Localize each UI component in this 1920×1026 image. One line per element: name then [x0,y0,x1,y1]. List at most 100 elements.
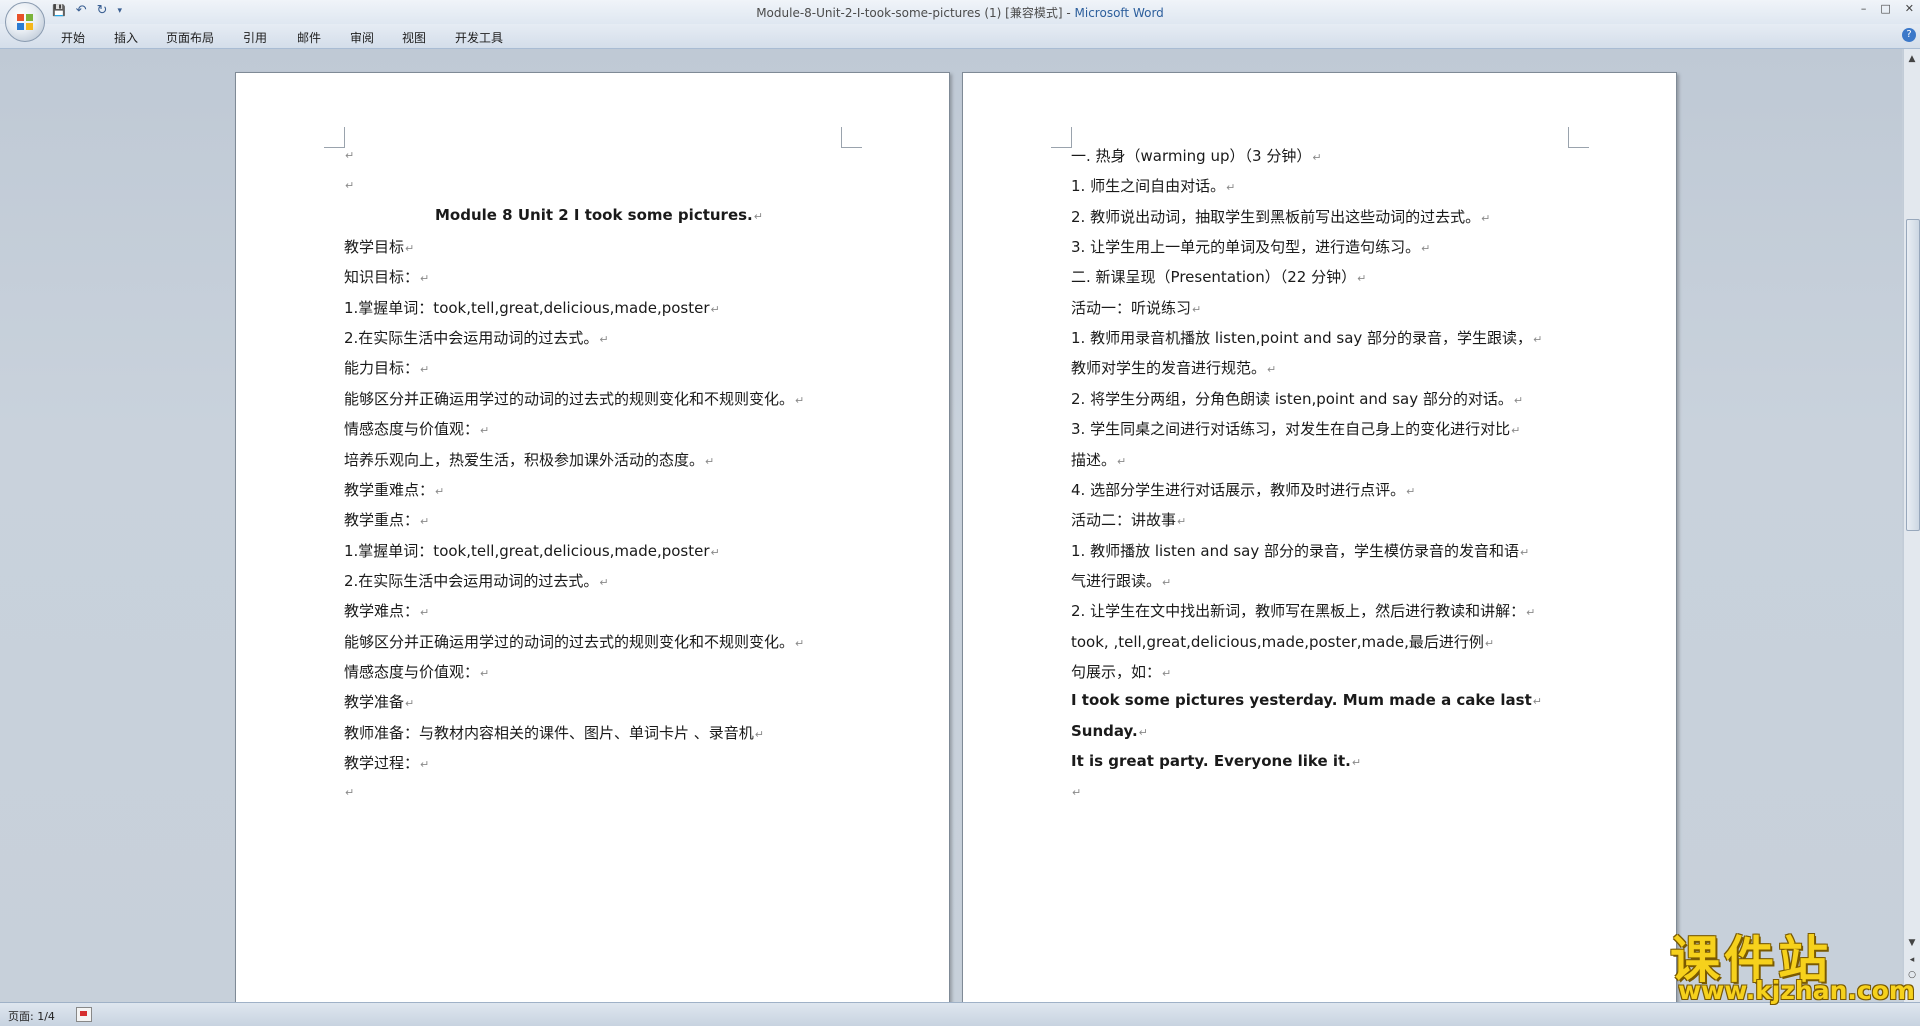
paragraph-line[interactable]: 教学目标↵ [344,236,414,257]
document-page-2[interactable]: 一. 热身（warming up）（3 分钟）↵ 1. 师生之间自由对话。↵ 2. … [962,72,1677,1002]
paragraph-line[interactable]: 一. 热身（warming up）（3 分钟）↵ [1071,145,1322,166]
paragraph-line[interactable]: 句展示，如：↵ [1071,661,1171,682]
tab-developer[interactable]: 开发工具 [455,29,503,46]
paragraph-line[interactable]: I took some pictures yesterday. Mum made… [1071,691,1542,709]
paragraph-mark-icon: ↵ [1357,272,1367,286]
paragraph-line[interactable]: 教学准备↵ [344,691,414,712]
crop-mark [1568,127,1589,148]
paragraph-line[interactable]: 情感态度与价值观：↵ [344,661,489,682]
paragraph-line[interactable]: 气进行跟读。↵ [1071,570,1171,591]
tab-page-layout[interactable]: 页面布局 [166,29,214,46]
paragraph-mark-icon: ↵ [1484,636,1495,650]
paragraph-line[interactable]: It is great party. Everyone like it.↵ [1071,752,1361,770]
paragraph-line[interactable]: 教学重点：↵ [344,509,429,530]
paragraph-line[interactable]: took, ,tell,great,delicious,made,poster,… [1071,631,1494,652]
paragraph-line[interactable]: Sunday.↵ [1071,722,1148,740]
paragraph-line[interactable]: 知识目标：↵ [344,266,429,287]
paragraph-line[interactable]: 2.在实际生活中会运用动词的过去式。↵ [344,570,609,591]
tab-insert[interactable]: 插入 [114,29,138,46]
paragraph-text: 能够区分并正确运用学过的动词的过去式的规则变化和不规则变化。 [344,389,795,408]
paragraph-line[interactable]: 2.在实际生活中会运用动词的过去式。↵ [344,327,609,348]
paragraph-mark-icon: ↵ [1481,211,1491,225]
paragraph-text: 教师准备：与教材内容相关的课件、图片、单词卡片 、录音机 [344,723,754,742]
paragraph-line[interactable]: 教学过程：↵ [344,752,429,773]
paragraph-mark-icon: ↵ [420,515,430,529]
paragraph-line[interactable]: 1. 教师播放 listen and say 部分的录音，学生模仿录音的发音和语… [1071,540,1529,561]
tab-references[interactable]: 引用 [243,29,267,46]
watermark-url: www.kjzhan.com [1678,976,1915,1005]
proofing-icon[interactable] [76,1007,92,1022]
paragraph-line[interactable]: 1. 教师用录音机播放 listen,point and say 部分的录音，学… [1071,327,1542,348]
paragraph-mark-icon: ↵ [1138,725,1148,739]
paragraph-mark-icon: ↵ [1520,545,1530,559]
minimize-button[interactable]: – [1861,2,1867,15]
paragraph-line[interactable]: 活动二：讲故事↵ [1071,509,1186,530]
paragraph-line[interactable]: Module 8 Unit 2 I took some pictures.↵ [344,206,854,224]
paragraph-mark-icon: ↵ [1511,424,1521,438]
tab-review[interactable]: 审阅 [350,29,374,46]
document-workspace[interactable]: ↵ ↵ Module 8 Unit 2 I took some pictures.↵… [0,49,1902,1002]
paragraph-line[interactable]: 教学重难点：↵ [344,479,444,500]
paragraph-line[interactable]: 能够区分并正确运用学过的动词的过去式的规则变化和不规则变化。↵ [344,388,804,409]
paragraph-line[interactable]: 2. 将学生分两组，分角色朗读 isten,point and say 部分的对… [1071,388,1523,409]
maximize-button[interactable]: □ [1880,2,1890,15]
paragraph-line[interactable]: 1.掌握单词：took,tell,great,delicious,made,po… [344,540,720,561]
tab-mailings[interactable]: 邮件 [297,29,321,46]
paragraph-line[interactable]: 能力目标：↵ [344,357,429,378]
scroll-up-button[interactable]: ▲ [1906,53,1918,65]
paragraph-line[interactable]: ↵ [1071,782,1081,800]
paragraph-line[interactable]: 能够区分并正确运用学过的动词的过去式的规则变化和不规则变化。↵ [344,631,804,652]
paragraph-mark-icon: ↵ [420,363,430,377]
paragraph-mark-icon: ↵ [753,209,763,223]
window-controls: – □ ✕ [1861,2,1914,15]
paragraph-line[interactable]: 2. 教师说出动词，抽取学生到黑板前写出这些动词的过去式。↵ [1071,206,1490,227]
paragraph-line[interactable]: 教师准备：与教材内容相关的课件、图片、单词卡片 、录音机↵ [344,722,764,743]
paragraph-line[interactable]: 情感态度与价值观：↵ [344,418,489,439]
scroll-thumb[interactable] [1906,219,1920,531]
paragraph-text: 2. 让学生在文中找出新词，教师写在黑板上，然后进行教读和讲解： [1071,602,1526,621]
paragraph-line[interactable]: 1. 师生之间自由对话。↵ [1071,175,1235,196]
paragraph-text: 情感态度与价值观： [344,420,480,439]
paragraph-line[interactable]: 二. 新课呈现（Presentation）（22 分钟）↵ [1071,266,1366,287]
paragraph-line[interactable]: 教学难点：↵ [344,600,429,621]
ribbon-tab-bar: 开始 插入 页面布局 引用 邮件 审阅 视图 开发工具 ? [0,24,1920,49]
paragraph-line[interactable]: ↵ [344,145,354,163]
page-indicator[interactable]: 页面: 1/4 [8,1008,55,1024]
paragraph-mark-icon: ↵ [795,393,805,407]
paragraph-mark-icon: ↵ [345,786,355,800]
paragraph-line[interactable]: ↵ [344,175,354,193]
paragraph-line[interactable]: 4. 选部分学生进行对话展示，教师及时进行点评。↵ [1071,479,1415,500]
help-icon[interactable]: ? [1902,28,1916,42]
paragraph-text: 教学准备 [344,693,405,712]
paragraph-line[interactable]: 描述。↵ [1071,449,1126,470]
paragraph-mark-icon: ↵ [1226,181,1236,195]
paragraph-line[interactable]: 1.掌握单词：took,tell,great,delicious,made,po… [344,297,720,318]
paragraph-mark-icon: ↵ [1533,333,1543,347]
paragraph-mark-icon: ↵ [1421,242,1431,256]
paragraph-line[interactable]: 2. 让学生在文中找出新词，教师写在黑板上，然后进行教读和讲解：↵ [1071,600,1535,621]
paragraph-line[interactable]: 3. 让学生用上一单元的单词及句型，进行造句练习。↵ [1071,236,1430,257]
tab-home[interactable]: 开始 [61,29,85,46]
title-separator: - [1062,6,1075,20]
paragraph-mark-icon: ↵ [345,149,355,162]
paragraph-mark-icon: ↵ [599,575,609,589]
paragraph-line[interactable]: 活动一：听说练习↵ [1071,297,1201,318]
paragraph-line[interactable]: 培养乐观向上，热爱生活，积极参加课外活动的态度。↵ [344,449,714,470]
paragraph-line[interactable]: 教师对学生的发音进行规范。↵ [1071,357,1276,378]
paragraph-mark-icon: ↵ [705,454,715,468]
vertical-scrollbar[interactable]: ▲ ▼ ◂ ○ ▸ [1903,49,1920,1002]
paragraph-line[interactable]: ↵ [344,782,354,800]
scroll-down-button[interactable]: ▼ [1906,937,1918,949]
paragraph-mark-icon: ↵ [1072,786,1082,800]
document-page-1[interactable]: ↵ ↵ Module 8 Unit 2 I took some pictures.↵… [235,72,950,1002]
close-button[interactable]: ✕ [1905,2,1914,15]
paragraph-line[interactable]: 3. 学生同桌之间进行对话练习，对发生在自己身上的变化进行对比↵ [1071,418,1520,439]
previous-page-button[interactable]: ◂ [1906,954,1918,966]
tab-view[interactable]: 视图 [402,29,426,46]
paragraph-mark-icon: ↵ [1162,666,1172,680]
office-button[interactable] [5,2,45,42]
paragraph-text: 知识目标： [344,268,420,287]
paragraph-mark-icon: ↵ [1192,302,1202,316]
paragraph-mark-icon: ↵ [795,636,805,650]
paragraph-text: 1.掌握单词：took,tell,great,delicious,made,po… [344,298,710,317]
